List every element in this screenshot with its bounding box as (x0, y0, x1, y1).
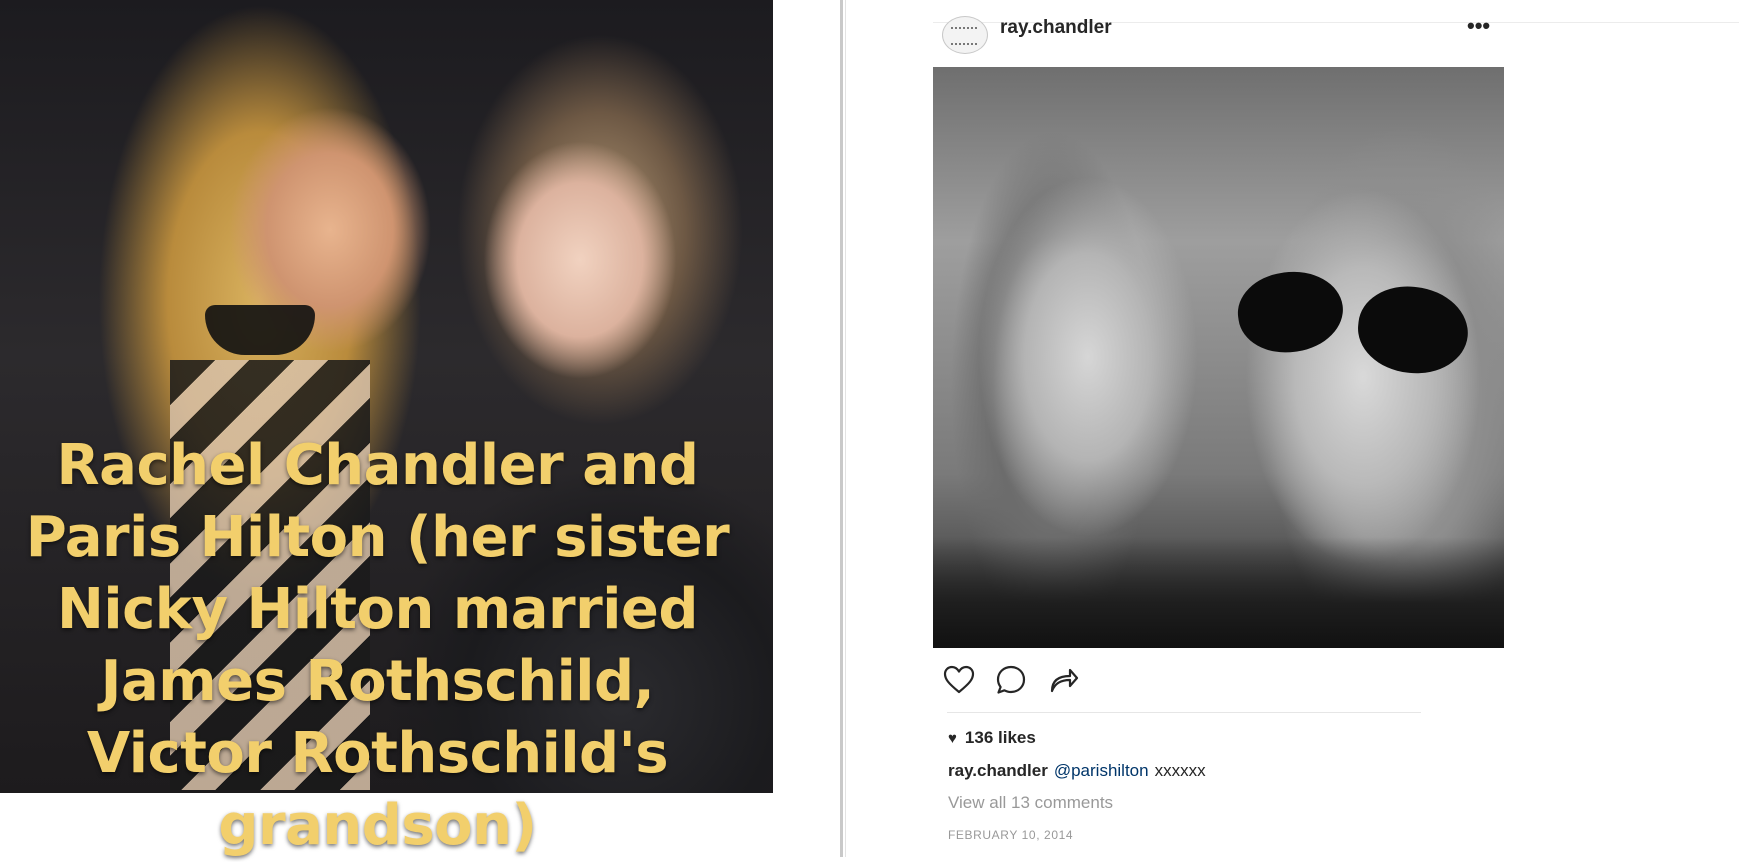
post-actions (942, 662, 1080, 698)
caption-text: xxxxxx (1154, 761, 1206, 780)
photo-detail-shadow (933, 537, 1504, 648)
photo-detail-sunglasses-left (1232, 265, 1349, 359)
panel-divider (840, 0, 843, 857)
photo-detail-sunglasses-right (1353, 281, 1473, 379)
comment-icon[interactable] (994, 663, 1028, 697)
actions-divider (947, 712, 1421, 713)
photo-detail-collar (205, 305, 315, 355)
post-username[interactable]: ray.chandler (1000, 17, 1112, 39)
likes-label: 136 likes (964, 728, 1036, 747)
post-date: FEBRUARY 10, 2014 (948, 828, 1074, 842)
post-photo[interactable] (933, 67, 1504, 648)
likes-count[interactable]: ♥ 136 likes (948, 728, 1036, 748)
more-dots-icon[interactable]: ••• (1467, 15, 1490, 37)
caption-username[interactable]: ray.chandler (948, 761, 1048, 780)
heart-icon[interactable] (942, 663, 976, 697)
mention-link[interactable]: @parishilton (1054, 761, 1149, 780)
view-comments-link[interactable]: View all 13 comments (948, 793, 1113, 813)
photo-caption: Rachel Chandler and Paris Hilton (her si… (25, 433, 730, 858)
share-icon[interactable] (1046, 663, 1080, 697)
avatar[interactable] (942, 16, 988, 54)
instagram-post: ray.chandler ••• ♥ 136 likes ray.chandle… (933, 0, 1739, 857)
post-caption: ray.chandler @parishilton xxxxxx (948, 761, 1206, 781)
heart-filled-icon: ♥ (948, 729, 957, 747)
panel-divider-shadow (845, 0, 846, 857)
